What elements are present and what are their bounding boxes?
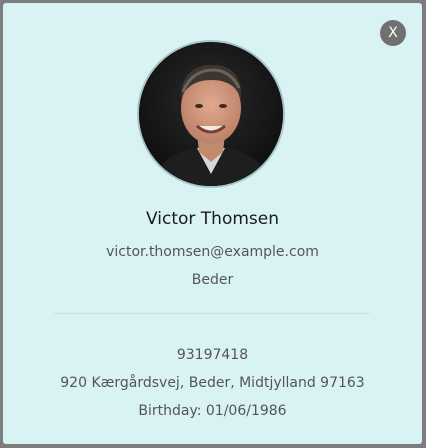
avatar-photo: [139, 42, 283, 186]
profile-city: Beder: [191, 272, 234, 288]
profile-address: 920 Kærgårdsvej, Beder, Midtjylland 9716…: [60, 375, 365, 391]
avatar: [137, 40, 285, 188]
profile-name: Victor Thomsen: [146, 209, 279, 229]
close-button[interactable]: X: [380, 20, 406, 46]
profile-email: victor.thomsen@example.com: [106, 244, 319, 260]
profile-phone: 93197418: [176, 347, 249, 363]
profile-card: X Victor Thomsen victor.thomsen@example.…: [3, 3, 422, 444]
divider: [54, 313, 370, 314]
profile-birthday: Birthday: 01/06/1986: [138, 403, 287, 419]
